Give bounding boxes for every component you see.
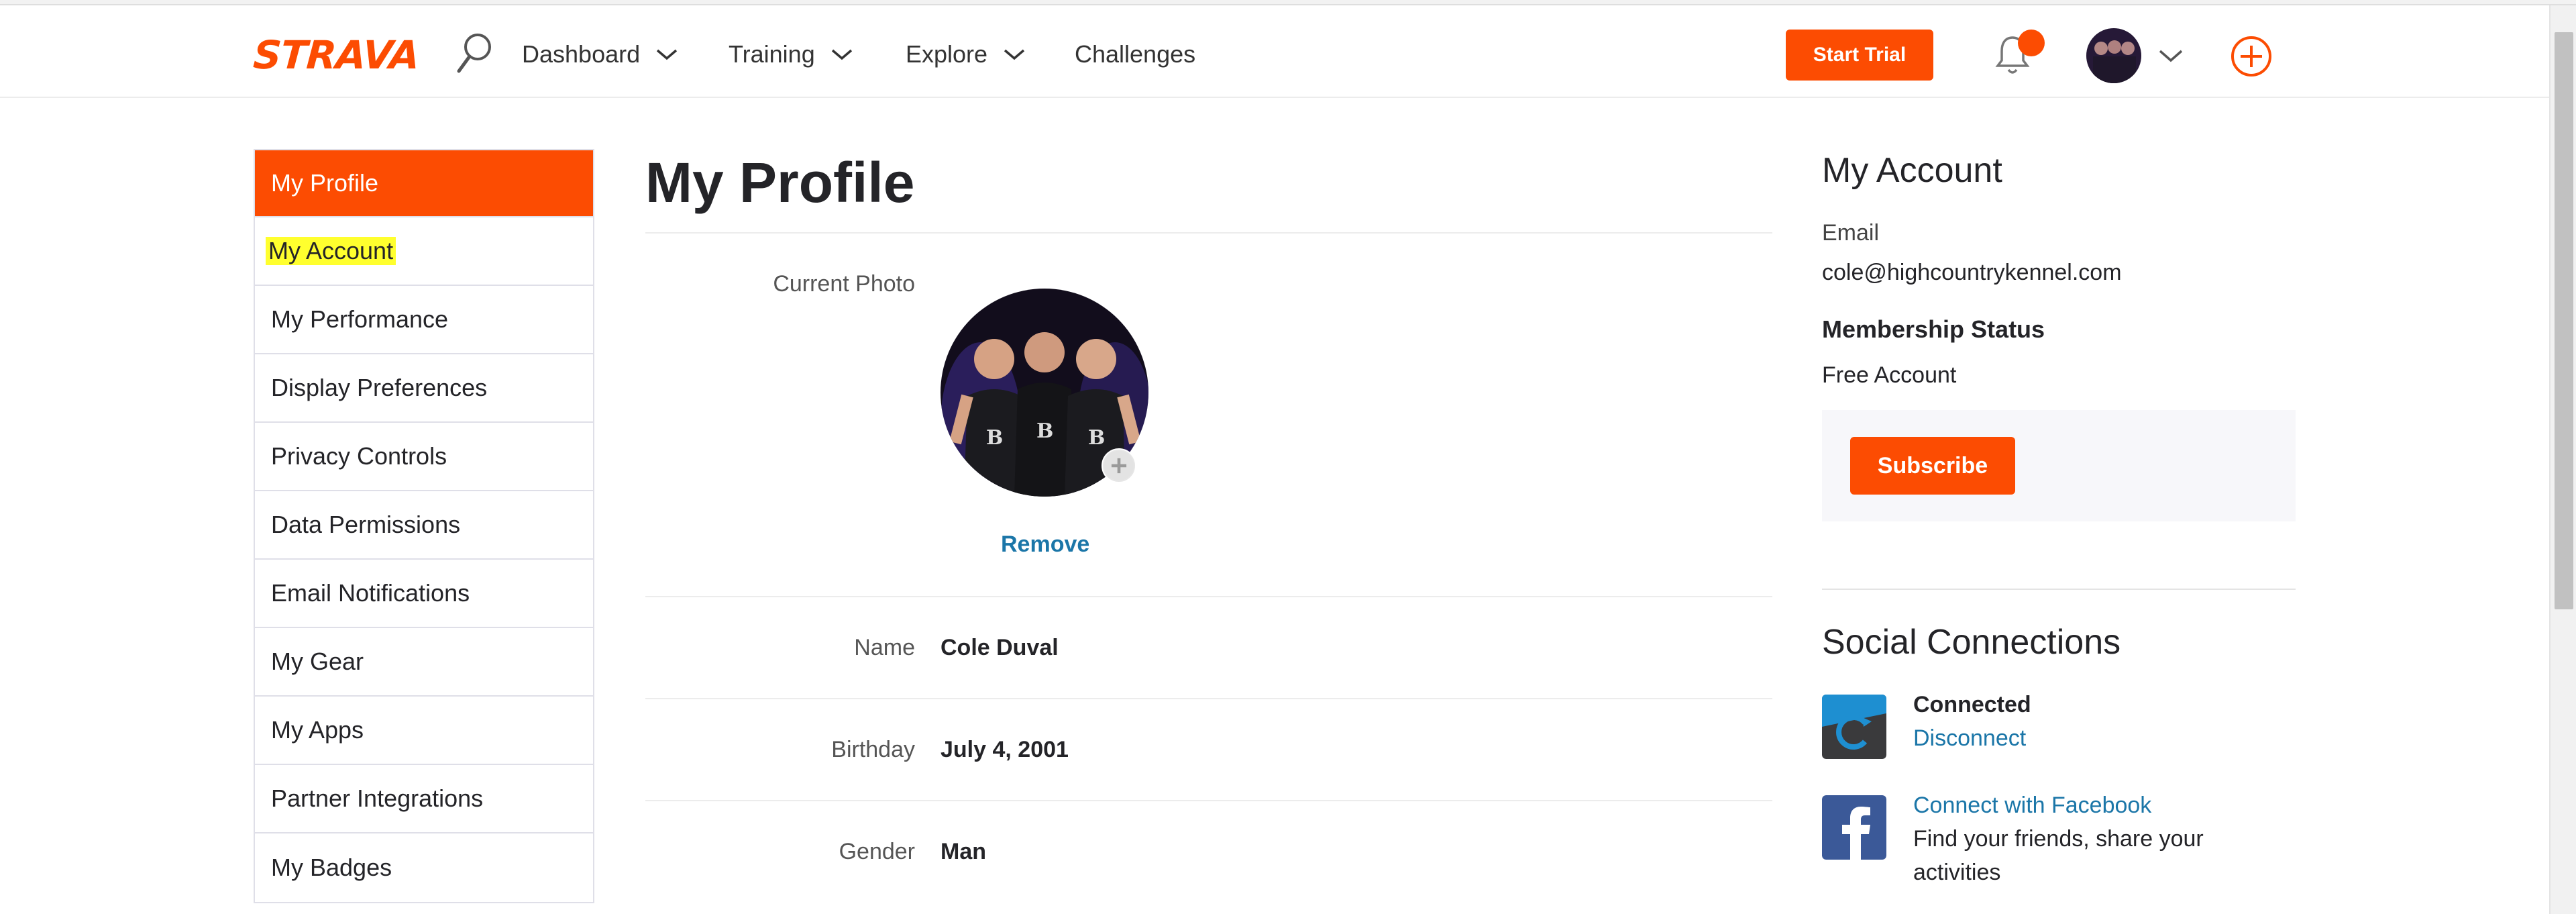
facebook-description: Find your friends, share your activities — [1913, 826, 2204, 885]
strava-logo[interactable]: STRAVA — [252, 32, 421, 78]
current-photo-row: Current Photo B B B Remove — [645, 234, 1772, 596]
sidebar-item-label: My Performance — [271, 305, 449, 333]
my-account-heading: My Account — [1822, 151, 2002, 190]
sidebar-item-label: My Badges — [271, 854, 392, 881]
sidebar-item-label: Partner Integrations — [271, 784, 484, 812]
sidebar-item-my-gear[interactable]: My Gear — [255, 628, 593, 697]
chevron-down-icon — [656, 49, 678, 60]
add-circle-icon[interactable] — [2230, 35, 2273, 78]
name-row[interactable]: Name Cole Duval — [645, 596, 1772, 698]
page-title: My Profile — [645, 151, 915, 214]
nav-explore[interactable]: Explore — [906, 38, 1026, 71]
garmin-status: Connected — [1913, 692, 2031, 717]
notification-badge — [2018, 30, 2045, 56]
garmin-connect-icon — [1822, 695, 1886, 759]
birthday-value: July 4, 2001 — [941, 737, 1069, 762]
email-value: cole@highcountrykennel.com — [1822, 260, 2122, 285]
sidebar-item-label: My Account — [266, 237, 396, 265]
start-trial-button[interactable]: Start Trial — [1786, 30, 1933, 81]
name-label: Name — [854, 635, 915, 660]
profile-main-panel: My Profile Current Photo B B B Remove Na… — [645, 149, 1772, 902]
sidebar-item-my-account[interactable]: My Account — [255, 217, 593, 286]
sidebar-item-data-permissions[interactable]: Data Permissions — [255, 491, 593, 560]
nav-dashboard[interactable]: Dashboard — [522, 38, 679, 71]
nav-dashboard-label: Dashboard — [522, 40, 641, 68]
window-top-border — [0, 0, 2576, 5]
nav-challenges-label: Challenges — [1075, 40, 1196, 68]
nav-training-label: Training — [729, 40, 815, 68]
membership-status-label: Membership Status — [1822, 315, 2045, 343]
sidebar-item-label: Email Notifications — [271, 579, 470, 607]
svg-text:B: B — [1036, 419, 1053, 443]
sidebar-item-email-notifications[interactable]: Email Notifications — [255, 560, 593, 628]
birthday-label: Birthday — [831, 737, 915, 762]
email-label: Email — [1822, 220, 1880, 246]
social-connections-heading: Social Connections — [1822, 623, 2121, 662]
sidebar-item-display-preferences[interactable]: Display Preferences — [255, 354, 593, 423]
nav-training[interactable]: Training — [729, 38, 854, 71]
sidebar-item-label: My Profile — [271, 169, 379, 197]
remove-photo-link[interactable]: Remove — [1001, 531, 1089, 558]
subscribe-box: Subscribe — [1822, 410, 2296, 521]
sidebar-item-my-apps[interactable]: My Apps — [255, 697, 593, 765]
nav-explore-label: Explore — [906, 40, 988, 68]
settings-sidebar: My Profile My Account My Performance Dis… — [254, 149, 594, 903]
chevron-down-icon[interactable] — [2157, 47, 2184, 64]
gender-row[interactable]: Gender Man — [645, 800, 1772, 902]
sidebar-item-label: My Gear — [271, 648, 364, 675]
nav-challenges[interactable]: Challenges — [1075, 38, 1195, 71]
user-avatar[interactable] — [2086, 28, 2141, 83]
garmin-disconnect-link[interactable]: Disconnect — [1913, 721, 2289, 755]
sidebar-item-label: Privacy Controls — [271, 442, 447, 470]
sidebar-item-privacy-controls[interactable]: Privacy Controls — [255, 423, 593, 491]
sidebar-item-my-profile[interactable]: My Profile — [255, 150, 593, 217]
search-icon[interactable] — [453, 31, 494, 78]
connect-facebook-link[interactable]: Connect with Facebook — [1913, 789, 2289, 822]
chevron-down-icon — [831, 49, 852, 60]
sidebar-item-label: Data Permissions — [271, 511, 461, 538]
name-value: Cole Duval — [941, 635, 1059, 660]
divider — [1822, 589, 2296, 590]
sidebar-item-my-badges[interactable]: My Badges — [255, 833, 593, 902]
sidebar-item-label: Display Preferences — [271, 374, 488, 401]
garmin-connection: Connected Disconnect — [1822, 688, 2296, 795]
gender-label: Gender — [839, 839, 915, 864]
svg-text:B: B — [986, 426, 1003, 450]
chevron-down-icon — [1004, 49, 1025, 60]
sidebar-item-my-performance[interactable]: My Performance — [255, 286, 593, 354]
facebook-icon[interactable] — [1822, 795, 1886, 860]
current-photo-label: Current Photo — [773, 271, 915, 297]
svg-text:B: B — [1088, 426, 1105, 450]
gender-value: Man — [941, 839, 986, 864]
scrollbar-thumb[interactable] — [2555, 32, 2573, 609]
top-navigation-bar: STRAVA Dashboard Training Explore Challe… — [0, 5, 2549, 98]
account-side-panel: My Account Email cole@highcountrykennel.… — [1822, 149, 2296, 896]
facebook-connection: Connect with Facebook Find your friends,… — [1822, 789, 2296, 896]
sidebar-item-label: My Apps — [271, 716, 364, 744]
vertical-scrollbar[interactable] — [2549, 5, 2576, 914]
birthday-row[interactable]: Birthday July 4, 2001 — [645, 698, 1772, 800]
sidebar-item-partner-integrations[interactable]: Partner Integrations — [255, 765, 593, 833]
membership-status-value: Free Account — [1822, 362, 1957, 388]
edit-photo-icon[interactable] — [1102, 448, 1136, 483]
subscribe-button[interactable]: Subscribe — [1850, 437, 2015, 495]
